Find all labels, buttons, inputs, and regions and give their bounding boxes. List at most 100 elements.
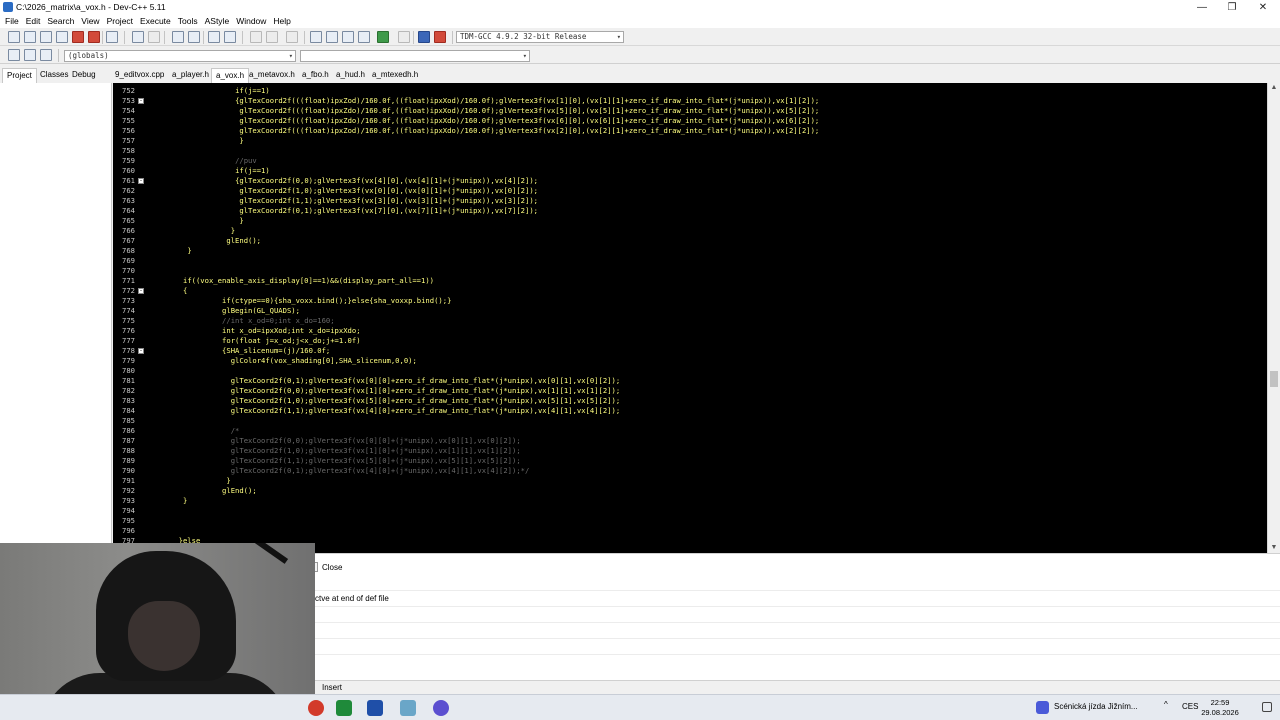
checkmark-icon[interactable] <box>377 31 389 43</box>
profile-chart-icon[interactable] <box>418 31 430 43</box>
undo-icon[interactable] <box>132 31 144 43</box>
code-line[interactable]: for(float j=x_od;j<x_do;j+=1.0f) <box>222 336 360 346</box>
file-tab-a-player-h[interactable]: a_player.h <box>168 68 213 83</box>
code-line[interactable]: glTexCoord2f(0,1);glVertex3f(vx[0][0]+ze… <box>231 376 620 386</box>
code-line[interactable]: glEnd(); <box>226 236 261 246</box>
code-line[interactable]: if(j==1) <box>235 166 270 176</box>
indent-icon[interactable] <box>208 31 220 43</box>
goto-definition-icon[interactable] <box>40 49 52 61</box>
taskbar-devcpp-icon[interactable] <box>367 700 383 716</box>
code-line[interactable]: glTexCoord2f(0,1);glVertex3f(vx[4][0]+(j… <box>231 466 530 476</box>
code-line[interactable]: } <box>226 476 230 486</box>
minimize-button[interactable]: — <box>1187 0 1217 14</box>
code-line[interactable]: /* <box>231 426 240 436</box>
taskbar-clock[interactable]: 22:59 29.08.2026 <box>1198 698 1242 718</box>
project-panel[interactable] <box>0 83 112 543</box>
code-line[interactable]: //puv <box>235 156 257 166</box>
debug-icon[interactable] <box>434 31 446 43</box>
menu-window[interactable]: Window <box>235 16 270 26</box>
member-select[interactable]: ▾ <box>300 50 530 62</box>
print-icon[interactable] <box>106 31 118 43</box>
code-line[interactable]: glTexCoord2f(1,0);glVertex3f(vx[1][0]+(j… <box>231 446 521 456</box>
rebuild-icon[interactable] <box>358 31 370 43</box>
code-line[interactable]: glTexCoord2f(1,1);glVertex3f(vx[5][0]+(j… <box>231 456 521 466</box>
media-player-icon[interactable] <box>1036 701 1049 714</box>
close-window-button[interactable]: ✕ <box>1248 0 1278 14</box>
fold-toggle-icon[interactable]: - <box>138 98 144 104</box>
menu-execute[interactable]: Execute <box>139 16 175 26</box>
tray-chevron-icon[interactable]: ^ <box>1164 700 1168 709</box>
open-file-icon[interactable] <box>24 31 36 43</box>
menu-edit[interactable]: Edit <box>25 16 45 26</box>
close-file-icon[interactable] <box>72 31 84 43</box>
taskbar-app-icon[interactable] <box>433 700 449 716</box>
code-line[interactable]: } <box>183 496 187 506</box>
code-line[interactable]: glTexCoord2f(1,0);glVertex3f(vx[5][0]+ze… <box>231 396 620 406</box>
code-line[interactable]: glTexCoord2f(0,0);glVertex3f(vx[0][0]+(j… <box>231 436 521 446</box>
fold-toggle-icon[interactable]: - <box>138 178 144 184</box>
code-line[interactable]: } <box>231 226 235 236</box>
code-line[interactable]: glTexCoord2f(1,0);glVertex3f(vx[0][0],(v… <box>239 186 538 196</box>
file-tab-a-metavox-h[interactable]: a_metavox.h <box>245 68 299 83</box>
scope-select[interactable]: (globals) ▾ <box>64 50 296 62</box>
menu-view[interactable]: View <box>80 16 103 26</box>
code-line[interactable]: glTexCoord2f(((float)ipxZod)/160.0f,((fl… <box>239 126 819 136</box>
code-line[interactable]: glTexCoord2f(0,1);glVertex3f(vx[7][0],(v… <box>239 206 538 216</box>
new-file-icon[interactable] <box>8 31 20 43</box>
scrollbar-thumb[interactable] <box>1270 371 1278 387</box>
code-line[interactable]: } <box>187 246 191 256</box>
taskbar-app-icon[interactable] <box>336 700 352 716</box>
find-icon[interactable] <box>172 31 184 43</box>
tab-project[interactable]: Project <box>2 68 37 83</box>
replace-icon[interactable] <box>188 31 200 43</box>
code-line[interactable]: glTexCoord2f(0,0);glVertex3f(vx[1][0]+ze… <box>231 386 620 396</box>
file-tab-a-vox-h[interactable]: a_vox.h <box>211 68 250 83</box>
compile-run-icon[interactable] <box>342 31 354 43</box>
compile-icon[interactable] <box>310 31 322 43</box>
maximize-button[interactable]: ❐ <box>1217 0 1247 14</box>
message-row[interactable]: ctve at end of def file <box>315 594 389 603</box>
code-line[interactable]: } <box>239 136 243 146</box>
code-line[interactable]: if((vox_enable_axis_display[0]==1)&&(dis… <box>183 276 434 286</box>
menu-astyle[interactable]: AStyle <box>204 16 234 26</box>
scroll-up-icon[interactable]: ▲ <box>1268 83 1280 93</box>
taskbar-app-icon[interactable] <box>308 700 324 716</box>
menu-project[interactable]: Project <box>106 16 137 26</box>
goto-next-icon[interactable] <box>266 31 278 43</box>
redo-icon[interactable] <box>148 31 160 43</box>
code-editor[interactable]: 752 if(j==1) 753- {glTexCoord2f(((float)ipx… <box>113 83 1267 553</box>
editor-vertical-scrollbar[interactable]: ▲ ▼ <box>1267 83 1280 553</box>
bookmark-icon[interactable] <box>286 31 298 43</box>
code-line[interactable]: int x_od=ipxXod;int x_do=ipxXdo; <box>222 326 360 336</box>
save-all-icon[interactable] <box>56 31 68 43</box>
unindent-icon[interactable] <box>224 31 236 43</box>
goto-declaration-icon[interactable] <box>24 49 36 61</box>
code-line[interactable]: } <box>239 216 243 226</box>
input-language[interactable]: CES <box>1182 702 1198 711</box>
tab-debug[interactable]: Debug <box>68 68 100 83</box>
file-tab-a-fbo-h[interactable]: a_fbo.h <box>298 68 333 83</box>
goto-prev-icon[interactable] <box>250 31 262 43</box>
file-tab-a-hud-h[interactable]: a_hud.h <box>332 68 369 83</box>
fold-toggle-icon[interactable]: - <box>138 288 144 294</box>
code-line[interactable]: {glTexCoord2f(0,0);glVertex3f(vx[4][0],(… <box>235 176 538 186</box>
taskbar-app-icon[interactable] <box>400 700 416 716</box>
code-line[interactable]: glColor4f(vox_shading[0],SHA_slicenum,0,… <box>231 356 417 366</box>
file-tab-9-editvox-cpp[interactable]: 9_editvox.cpp <box>111 68 168 83</box>
code-line[interactable]: glTexCoord2f(((float)ipxZdo)/160.0f,((fl… <box>239 116 819 126</box>
code-line[interactable]: glEnd(); <box>222 486 257 496</box>
code-line[interactable]: if(ctype==0){sha_voxx.bind();}else{sha_v… <box>222 296 451 306</box>
code-line[interactable]: if(j==1) <box>235 86 270 96</box>
tab-classes[interactable]: Classes <box>36 68 72 83</box>
notification-icon[interactable] <box>1262 702 1272 712</box>
menu-search[interactable]: Search <box>46 16 78 26</box>
compiler-select[interactable]: TDM-GCC 4.9.2 32-bit Release ▾ <box>456 31 624 43</box>
file-tab-a-mtexedh-h[interactable]: a_mtexedh.h <box>368 68 422 83</box>
menu-help[interactable]: Help <box>272 16 294 26</box>
scroll-down-icon[interactable]: ▼ <box>1268 543 1280 553</box>
code-line[interactable]: glTexCoord2f(((float)ipxZdo)/160.0f,((fl… <box>239 106 819 116</box>
menu-tools[interactable]: Tools <box>177 16 202 26</box>
code-line[interactable]: { <box>183 286 187 296</box>
close-all-icon[interactable] <box>88 31 100 43</box>
code-line[interactable]: {SHA_slicenum=(j)/160.0f; <box>222 346 330 356</box>
